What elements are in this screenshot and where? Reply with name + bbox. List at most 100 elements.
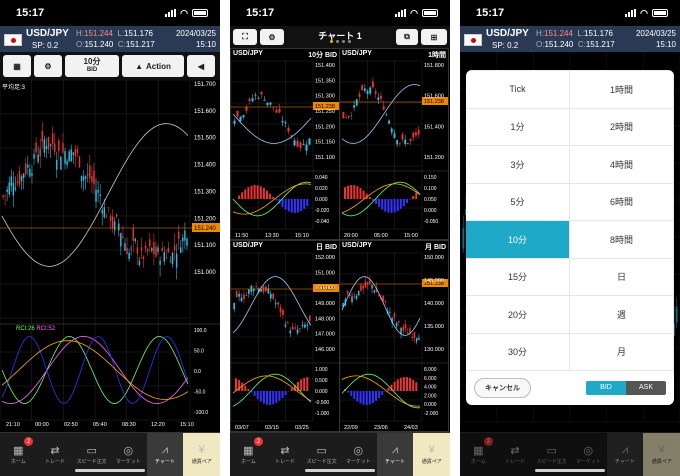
tab-trade[interactable]: ⇄ トレード (37, 433, 74, 476)
timeframe-option[interactable]: 20分 (466, 296, 570, 334)
macd-bar (256, 391, 259, 400)
panel-tf-label: 月 (424, 244, 432, 251)
layout-grid-button[interactable]: ▦ (3, 55, 31, 77)
osc-tick-label: 0.020 (315, 186, 328, 192)
osc-tick-label: -100.0 (194, 410, 208, 416)
chart-icon: ⩘ (391, 444, 399, 456)
warning-icon: ▲ (135, 61, 144, 71)
quote-datetime: 2024/03/25 15:10 (636, 28, 676, 50)
timeframe-option[interactable]: 5分 (466, 183, 570, 221)
panel-symbol: USD/JPY (342, 242, 372, 249)
panel-candle (304, 324, 306, 328)
collapse-button[interactable]: ◀ (187, 55, 215, 77)
timeframe-option[interactable]: 30分 (466, 333, 570, 371)
grid-icon: ▦ (13, 61, 21, 71)
macd-bar (396, 379, 399, 391)
tab-label: チャート (385, 459, 405, 465)
main-candle (72, 152, 75, 155)
panel-candle (302, 143, 305, 145)
panel-candle (350, 115, 353, 117)
tab-chart[interactable]: ⩘ チャート (376, 433, 414, 476)
tab-home[interactable]: ▦ ホーム 2 (0, 433, 37, 476)
main-candle (124, 243, 126, 251)
main-candle (101, 209, 103, 214)
bid-option[interactable]: BID (586, 380, 626, 395)
status-bar: 15:17 ◠ (460, 0, 680, 26)
panel-candle (389, 312, 391, 314)
panel-candle (415, 338, 418, 342)
main-candle (47, 136, 50, 150)
timeframe-option[interactable]: 4時間 (570, 146, 674, 184)
timeframe-option[interactable]: 1時間 (570, 71, 674, 109)
quote-time: 15:10 (655, 40, 676, 49)
gear-icon: ⚙ (44, 61, 52, 71)
timeframe-option[interactable]: 日 (570, 258, 674, 296)
main-candle (20, 176, 23, 181)
status-time: 15:17 (246, 7, 275, 19)
settings-button[interactable]: ⚙ (34, 55, 62, 77)
panel-candle (279, 307, 282, 313)
panel-candle (260, 92, 263, 95)
main-candle (128, 252, 130, 259)
ask-option[interactable]: ASK (626, 380, 666, 395)
timeframe-option[interactable]: 月 (570, 333, 674, 371)
panel-candle (369, 87, 372, 94)
timeframe-option[interactable]: 3分 (466, 146, 570, 184)
status-bar: 15:17 ◠ (0, 0, 220, 26)
macd-bar (365, 391, 368, 405)
panel-candle (233, 120, 236, 124)
high-label: H: (536, 29, 544, 38)
timeframe-option[interactable]: 15分 (466, 258, 570, 296)
price-tick-label: 151.100 (194, 243, 216, 249)
tab-label: 通貨ペア (421, 459, 442, 465)
timeframe-option[interactable]: 週 (570, 296, 674, 334)
macd-bar (300, 379, 303, 391)
macd-bar (241, 192, 244, 199)
timeframe-option[interactable]: 10分 (466, 221, 570, 259)
panel-candle (308, 315, 311, 321)
quote-bar[interactable]: USD/JPY SP: 0.2 H:151.244 L:151.176 O:15… (0, 26, 220, 52)
timeframe-option[interactable]: Tick (466, 71, 570, 109)
wifi-icon: ◠ (410, 7, 418, 18)
macd-bar (399, 377, 402, 391)
chart-panel[interactable]: 151.238 151.400 151.350 151.300 151.250 151.2… (230, 48, 340, 240)
chart-panel[interactable]: 151.238 150.000 145.000 140.000 135.000 130.0… (339, 240, 449, 432)
status-time: 15:17 (476, 7, 505, 19)
notification-badge: 2 (254, 437, 263, 446)
cancel-button[interactable]: キャンセル (474, 377, 531, 398)
status-time: 15:17 (16, 7, 45, 19)
timeframe-button[interactable]: 10分 BID (65, 55, 119, 77)
macd-bar (287, 199, 290, 212)
main-candle (70, 149, 72, 161)
macd-bar (412, 379, 415, 391)
tab-currency-pair[interactable]: ¥ 通貨ペア (413, 433, 450, 476)
timeframe-option[interactable]: 6時間 (570, 183, 674, 221)
panel-candle (355, 295, 358, 299)
timeframe-option[interactable]: 2時間 (570, 108, 674, 146)
timeframe-option[interactable]: 8時間 (570, 221, 674, 259)
main-candle (60, 156, 62, 170)
tab-home[interactable]: ▦ ホーム 2 (230, 433, 267, 476)
high-label: H: (76, 29, 84, 38)
macd-bar (356, 391, 359, 402)
macd-bar (381, 391, 384, 395)
main-candle (25, 163, 27, 175)
tab-trade[interactable]: ⇄ トレード (267, 433, 304, 476)
price-tick-label: 151.300 (194, 189, 216, 195)
candlestick-chart-svg[interactable]: 151.240 151.700 151.600 151.500 151.400 151.3… (0, 80, 220, 432)
osc-tick-label: -1.000 (315, 411, 329, 417)
tab-chart[interactable]: ⩘ チャート (146, 433, 184, 476)
action-button[interactable]: ▲ Action (122, 55, 184, 77)
tab-currency-pair[interactable]: ¥ 通貨ペア (183, 433, 220, 476)
main-candle (43, 139, 46, 153)
macd-bar (259, 391, 262, 402)
chart-panel[interactable]: 151.238 151.800 151.600 151.400 151.200 0.150… (339, 48, 449, 240)
macd-bar (281, 199, 284, 208)
main-chart[interactable]: 151.240 151.700 151.600 151.500 151.400 151.3… (0, 80, 220, 432)
macd-bar (253, 185, 256, 199)
currency-pair-icon: ¥ (428, 444, 435, 456)
chart-panel[interactable]: 151.238 152.000 151.000 150.000 149.000 148.0… (230, 240, 340, 432)
timeframe-option[interactable]: 1分 (466, 108, 570, 146)
time-tick-label: 24/03 (404, 425, 418, 431)
main-candle (159, 260, 161, 265)
